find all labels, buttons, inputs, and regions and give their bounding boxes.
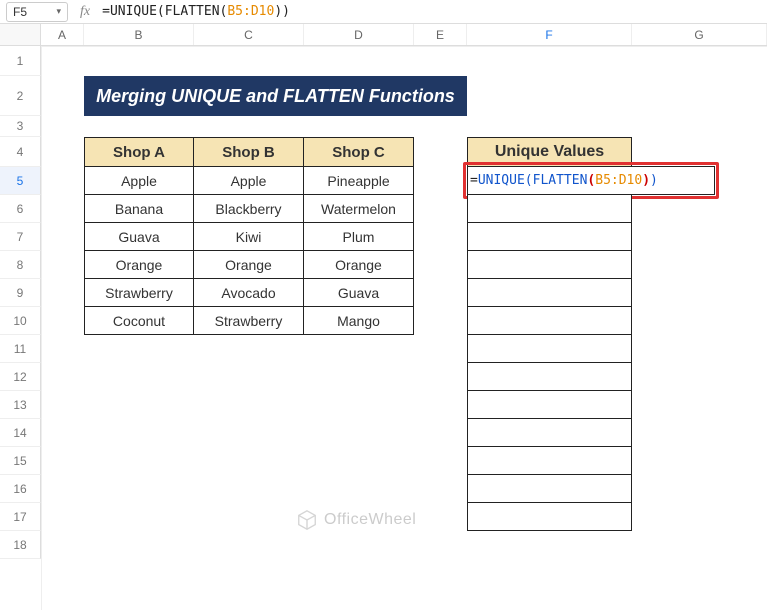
col-header-D[interactable]: D — [304, 24, 414, 45]
name-box-value: F5 — [13, 5, 27, 19]
cell-d7[interactable]: Plum — [303, 222, 414, 251]
cell-c8[interactable]: Orange — [193, 250, 304, 279]
cell-b8[interactable]: Orange — [84, 250, 194, 279]
cell-f17[interactable] — [467, 502, 632, 531]
cell-f10[interactable] — [467, 306, 632, 335]
cell-d6[interactable]: Watermelon — [303, 194, 414, 223]
formula-paren: ( — [587, 173, 595, 188]
formula-bar: F5 ▾ fx =UNIQUE(FLATTEN(B5:D10)) — [0, 0, 767, 24]
formula-fn2: FLATTEN — [533, 173, 588, 188]
formula-paren: ( — [157, 4, 165, 19]
cell-f12[interactable] — [467, 362, 632, 391]
row-header[interactable]: 6 — [0, 195, 41, 223]
formula-paren: ) — [274, 4, 282, 19]
cell-f6[interactable] — [467, 194, 632, 223]
formula-fn1: UNIQUE — [110, 4, 157, 19]
row-header[interactable]: 17 — [0, 503, 41, 531]
cell-b9[interactable]: Strawberry — [84, 278, 194, 307]
row-header[interactable]: 15 — [0, 447, 41, 475]
row-header[interactable]: 4 — [0, 137, 41, 167]
table-header-shop-a[interactable]: Shop A — [84, 137, 194, 167]
cell-c10[interactable]: Strawberry — [193, 306, 304, 335]
table-header-shop-b[interactable]: Shop B — [193, 137, 304, 167]
cell-f13[interactable] — [467, 390, 632, 419]
fx-icon: fx — [74, 4, 96, 20]
row-header[interactable]: 9 — [0, 279, 41, 307]
formula-paren: ) — [650, 173, 658, 188]
dropdown-caret-icon: ▾ — [56, 6, 61, 17]
col-header-F[interactable]: F — [467, 24, 632, 45]
table-header-shop-c[interactable]: Shop C — [303, 137, 414, 167]
row-headers: 1 2 3 4 5 6 7 8 9 10 11 12 13 14 15 16 1… — [0, 46, 41, 610]
row-header[interactable]: 10 — [0, 307, 41, 335]
row-header[interactable]: 8 — [0, 251, 41, 279]
col-header-E[interactable]: E — [414, 24, 467, 45]
watermark-text: OfficeWheel — [324, 511, 416, 529]
row-header[interactable]: 13 — [0, 391, 41, 419]
cells-area[interactable]: Merging UNIQUE and FLATTEN Functions Sho… — [41, 46, 767, 610]
row-header[interactable]: 16 — [0, 475, 41, 503]
formula-paren: ) — [642, 173, 650, 188]
cell-f14[interactable] — [467, 418, 632, 447]
formula-paren: ) — [282, 4, 290, 19]
column-headers: A B C D E F G — [0, 24, 767, 46]
cell-f9[interactable] — [467, 278, 632, 307]
col-header-C[interactable]: C — [194, 24, 304, 45]
formula-input[interactable]: =UNIQUE(FLATTEN(B5:D10)) — [102, 4, 290, 19]
row-header[interactable]: 5 — [0, 167, 41, 195]
unique-values-header[interactable]: Unique Values — [467, 137, 632, 167]
row-header[interactable]: 1 — [0, 46, 41, 76]
formula-range: B5:D10 — [227, 4, 274, 19]
cell-b10[interactable]: Coconut — [84, 306, 194, 335]
row-header[interactable]: 12 — [0, 363, 41, 391]
cell-f8[interactable] — [467, 250, 632, 279]
cell-c9[interactable]: Avocado — [193, 278, 304, 307]
title-banner: Merging UNIQUE and FLATTEN Functions — [84, 76, 467, 116]
cell-d5[interactable]: Pineapple — [303, 166, 414, 195]
cell-b5[interactable]: Apple — [84, 166, 194, 195]
cell-b7[interactable]: Guava — [84, 222, 194, 251]
cell-d8[interactable]: Orange — [303, 250, 414, 279]
cell-c6[interactable]: Blackberry — [193, 194, 304, 223]
col-header-A[interactable]: A — [41, 24, 84, 45]
row-header[interactable]: 14 — [0, 419, 41, 447]
cell-f11[interactable] — [467, 334, 632, 363]
cell-f7[interactable] — [467, 222, 632, 251]
spreadsheet-grid: A B C D E F G 1 2 3 4 5 6 7 8 9 10 11 12… — [0, 24, 767, 610]
col-header-G[interactable]: G — [632, 24, 767, 45]
formula-range: B5:D10 — [595, 173, 642, 188]
cell-c5[interactable]: Apple — [193, 166, 304, 195]
row-header[interactable]: 18 — [0, 531, 41, 559]
hexagon-icon — [296, 509, 318, 531]
select-all-corner[interactable] — [0, 24, 41, 45]
formula-paren: ( — [525, 173, 533, 188]
formula-eq: = — [470, 173, 478, 188]
formula-eq: = — [102, 4, 110, 19]
cell-b6[interactable]: Banana — [84, 194, 194, 223]
row-header[interactable]: 11 — [0, 335, 41, 363]
name-box[interactable]: F5 ▾ — [6, 2, 68, 22]
cell-c7[interactable]: Kiwi — [193, 222, 304, 251]
cell-d9[interactable]: Guava — [303, 278, 414, 307]
col-header-B[interactable]: B — [84, 24, 194, 45]
row-header[interactable]: 3 — [0, 116, 41, 137]
row-header[interactable]: 2 — [0, 76, 41, 116]
cell-d10[interactable]: Mango — [303, 306, 414, 335]
formula-fn2: FLATTEN — [165, 4, 220, 19]
watermark: OfficeWheel — [296, 509, 416, 531]
row-header[interactable]: 7 — [0, 223, 41, 251]
formula-fn1: UNIQUE — [478, 173, 525, 188]
cell-f5-formula[interactable]: =UNIQUE(FLATTEN(B5:D10)) — [467, 166, 715, 195]
cell-f16[interactable] — [467, 474, 632, 503]
cell-f15[interactable] — [467, 446, 632, 475]
